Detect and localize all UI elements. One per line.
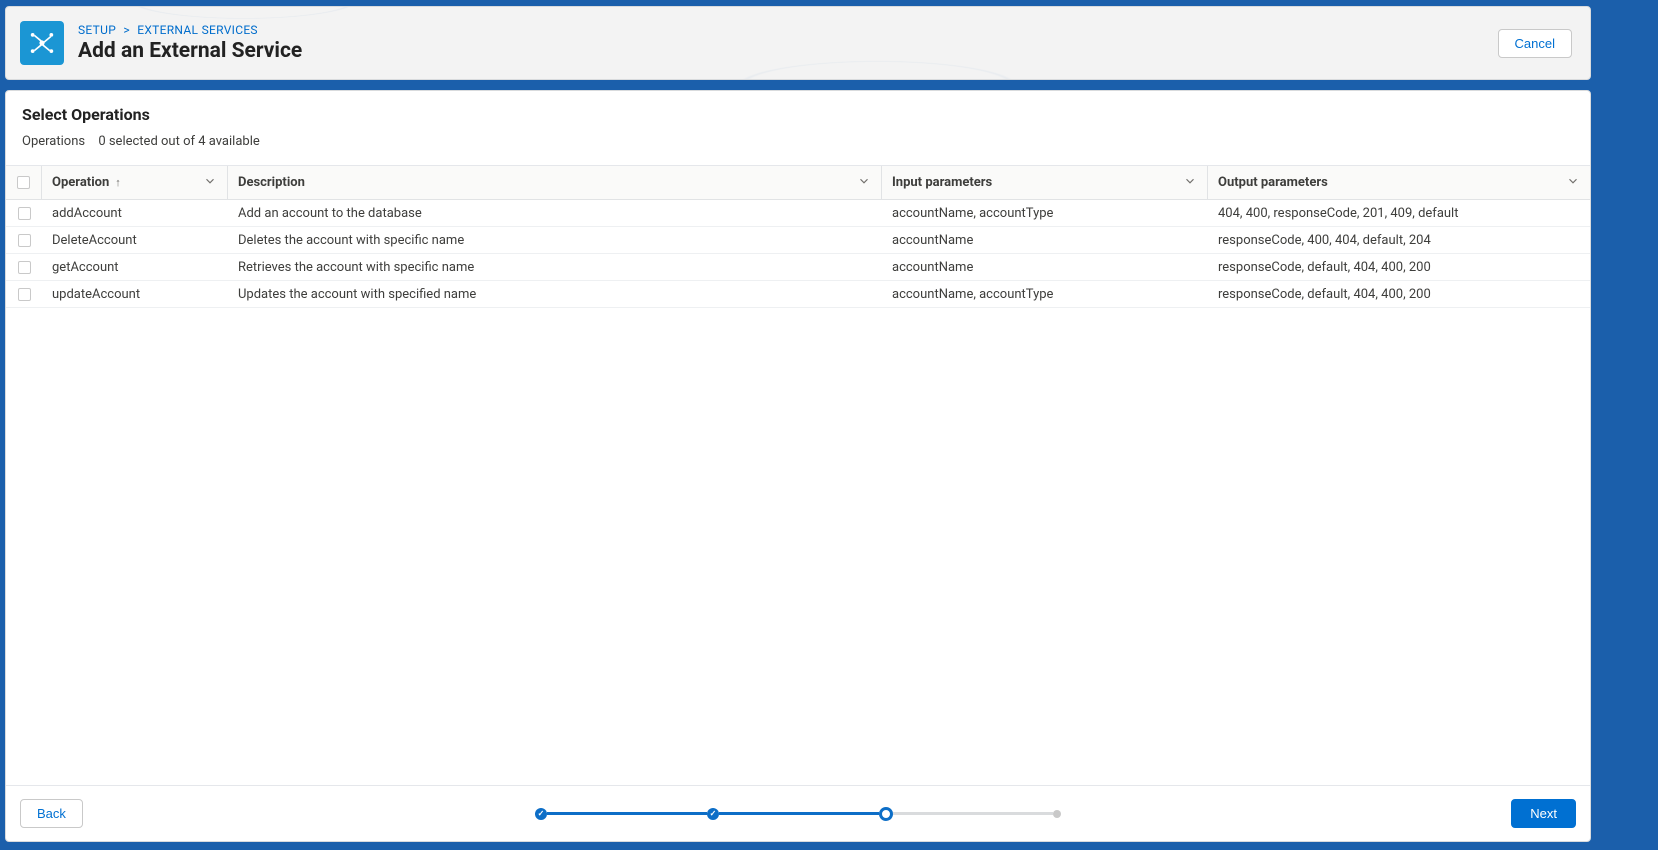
step-line-2 — [719, 812, 879, 815]
row-checkbox[interactable] — [18, 234, 31, 247]
cell-input: accountName, accountType — [882, 287, 1208, 302]
header-text: SETUP > EXTERNAL SERVICES Add an Externa… — [78, 23, 302, 63]
col-menu-operation[interactable] — [203, 174, 217, 192]
row-checkbox[interactable] — [18, 207, 31, 220]
cell-description: Add an account to the database — [228, 206, 882, 221]
cancel-button[interactable]: Cancel — [1498, 29, 1572, 58]
col-menu-input[interactable] — [1183, 174, 1197, 192]
table-row[interactable]: addAccountAdd an account to the database… — [6, 200, 1590, 227]
step-line-3 — [893, 812, 1053, 815]
col-header-input[interactable]: Input parameters — [882, 166, 1208, 199]
cell-input: accountName — [882, 233, 1208, 248]
sort-ascending-icon: ↑ — [115, 176, 121, 189]
page-header: SETUP > EXTERNAL SERVICES Add an Externa… — [5, 6, 1591, 80]
select-all-header — [6, 166, 42, 199]
cell-input: accountName — [882, 260, 1208, 275]
table-row[interactable]: updateAccountUpdates the account with sp… — [6, 281, 1590, 308]
col-header-output-label: Output parameters — [1218, 175, 1328, 190]
col-header-description-label: Description — [238, 175, 305, 190]
table-row[interactable]: getAccountRetrieves the account with spe… — [6, 254, 1590, 281]
main-panel: Select Operations Operations 0 selected … — [5, 90, 1591, 842]
row-check-cell — [6, 234, 42, 247]
step-line-1 — [547, 812, 707, 815]
col-header-operation-label: Operation — [52, 175, 109, 190]
selection-count: 0 selected out of 4 available — [98, 134, 259, 149]
col-menu-description[interactable] — [857, 174, 871, 192]
row-checkbox[interactable] — [18, 261, 31, 274]
cell-input: accountName, accountType — [882, 206, 1208, 221]
col-header-description[interactable]: Description — [228, 166, 882, 199]
cell-operation: addAccount — [42, 206, 228, 221]
step-4-dot[interactable] — [1053, 810, 1061, 818]
table-row[interactable]: DeleteAccountDeletes the account with sp… — [6, 227, 1590, 254]
header-left: SETUP > EXTERNAL SERVICES Add an Externa… — [20, 21, 302, 65]
col-header-output[interactable]: Output parameters — [1208, 166, 1590, 199]
cell-output: responseCode, default, 404, 400, 200 — [1208, 287, 1590, 302]
breadcrumb-external-services[interactable]: EXTERNAL SERVICES — [137, 23, 258, 37]
table-body: addAccountAdd an account to the database… — [6, 200, 1590, 308]
section-header: Select Operations Operations 0 selected … — [6, 91, 1590, 155]
cell-operation: getAccount — [42, 260, 228, 275]
cell-output: 404, 400, responseCode, 201, 409, defaul… — [1208, 206, 1590, 221]
breadcrumb-separator: > — [123, 23, 130, 37]
progress-stepper — [535, 807, 1061, 821]
footer-bar: Back Next — [6, 785, 1590, 841]
section-subheader: Operations 0 selected out of 4 available — [22, 134, 1574, 149]
col-header-operation[interactable]: Operation ↑ — [42, 166, 228, 199]
cell-description: Updates the account with specified name — [228, 287, 882, 302]
step-1-dot[interactable] — [535, 808, 547, 820]
cell-operation: DeleteAccount — [42, 233, 228, 248]
step-2-dot[interactable] — [707, 808, 719, 820]
section-title: Select Operations — [22, 105, 1574, 124]
external-services-icon — [20, 21, 64, 65]
breadcrumb: SETUP > EXTERNAL SERVICES — [78, 23, 302, 37]
back-button[interactable]: Back — [20, 799, 83, 828]
row-check-cell — [6, 207, 42, 220]
operations-label: Operations — [22, 134, 85, 149]
select-all-checkbox[interactable] — [17, 176, 30, 189]
next-button[interactable]: Next — [1511, 799, 1576, 828]
table-header-row: Operation ↑ Description Input parameters… — [6, 166, 1590, 200]
row-checkbox[interactable] — [18, 288, 31, 301]
col-menu-output[interactable] — [1566, 174, 1580, 192]
row-check-cell — [6, 261, 42, 274]
cell-output: responseCode, default, 404, 400, 200 — [1208, 260, 1590, 275]
cell-description: Deletes the account with specific name — [228, 233, 882, 248]
row-check-cell — [6, 288, 42, 301]
cell-operation: updateAccount — [42, 287, 228, 302]
page-title: Add an External Service — [78, 39, 302, 63]
col-header-input-label: Input parameters — [892, 175, 992, 190]
cell-description: Retrieves the account with specific name — [228, 260, 882, 275]
cell-output: responseCode, 400, 404, default, 204 — [1208, 233, 1590, 248]
app-frame: SETUP > EXTERNAL SERVICES Add an Externa… — [0, 0, 1658, 850]
breadcrumb-setup[interactable]: SETUP — [78, 23, 116, 37]
operations-table: Operation ↑ Description Input parameters… — [6, 165, 1590, 308]
step-3-dot[interactable] — [879, 807, 893, 821]
